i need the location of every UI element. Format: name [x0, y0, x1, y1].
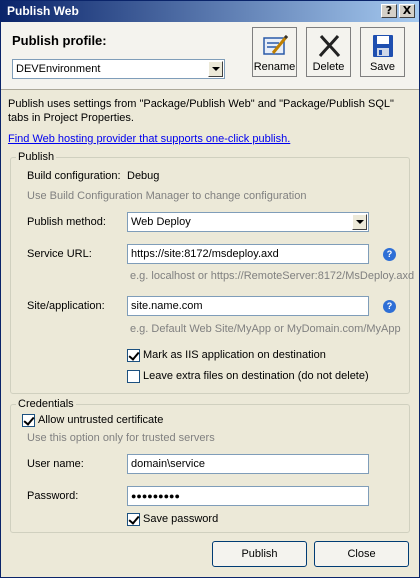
service-url-value: https://site:8172/msdeploy.axd — [131, 248, 279, 260]
save-icon — [372, 35, 393, 57]
save-button[interactable]: Save — [360, 27, 405, 77]
delete-button[interactable]: Delete — [306, 27, 351, 77]
site-application-hint: e.g. Default Web Site/MyApp or MyDomain.… — [130, 323, 401, 335]
save-password-checkbox[interactable] — [127, 513, 140, 526]
service-url-hint: e.g. localhost or https://RemoteServer:8… — [130, 270, 415, 282]
password-field[interactable]: ●●●●●●●●● — [127, 486, 369, 506]
allow-untrusted-hint: Use this option only for trusted servers — [27, 432, 215, 444]
window-title: Publish Web — [7, 4, 79, 18]
rename-label: Rename — [253, 61, 296, 73]
publish-button[interactable]: Publish — [212, 541, 307, 567]
close-button[interactable]: Close — [314, 541, 409, 567]
site-application-label: Site/application: — [27, 300, 105, 312]
publish-profile-label: Publish profile: — [12, 33, 107, 48]
mark-iis-label[interactable]: Mark as IIS application on destination — [143, 349, 326, 361]
credentials-group-legend: Credentials — [16, 398, 76, 410]
help-icon[interactable]: ? — [383, 300, 396, 313]
service-url-field[interactable]: https://site:8172/msdeploy.axd — [127, 244, 369, 264]
help-title-button[interactable]: ? — [381, 4, 397, 18]
save-label: Save — [369, 61, 396, 73]
build-configuration-hint: Use Build Configuration Manager to chang… — [27, 190, 307, 202]
dropdown-arrow-icon[interactable] — [208, 61, 223, 77]
publish-profile-select[interactable]: DEVEnvironment — [12, 59, 225, 79]
publish-web-dialog: Publish Web ? X Publish profile: DEVEnvi… — [0, 0, 420, 578]
publish-method-label: Publish method: — [27, 216, 106, 228]
password-value: ●●●●●●●●● — [131, 491, 180, 501]
publish-method-value: Web Deploy — [131, 216, 191, 228]
allow-untrusted-label[interactable]: Allow untrusted certificate — [38, 414, 163, 426]
build-configuration-label: Build configuration: — [27, 170, 121, 182]
help-icon[interactable]: ? — [383, 248, 396, 261]
username-label: User name: — [27, 458, 84, 470]
leave-extra-files-checkbox[interactable] — [127, 370, 140, 383]
leave-extra-files-label[interactable]: Leave extra files on destination (do not… — [143, 370, 369, 382]
build-configuration-value: Debug — [127, 170, 160, 182]
site-application-value: site.name.com — [131, 300, 203, 312]
allow-untrusted-checkbox[interactable] — [22, 414, 35, 427]
site-application-field[interactable]: site.name.com — [127, 296, 369, 316]
publish-profile-value: DEVEnvironment — [16, 63, 101, 75]
hosting-provider-link[interactable]: Find Web hosting provider that supports … — [8, 133, 290, 145]
rename-button[interactable]: Rename — [252, 27, 297, 77]
title-bar: Publish Web ? X — [1, 1, 419, 22]
password-label: Password: — [27, 490, 79, 502]
publish-group-legend: Publish — [16, 151, 57, 163]
dropdown-arrow-icon[interactable] — [352, 214, 367, 230]
username-value: domain\service — [131, 458, 205, 470]
save-password-label[interactable]: Save password — [143, 513, 218, 525]
mark-iis-checkbox[interactable] — [127, 349, 140, 362]
username-field[interactable]: domain\service — [127, 454, 369, 474]
close-title-button[interactable]: X — [399, 4, 415, 18]
publish-method-select[interactable]: Web Deploy — [127, 212, 369, 232]
delete-icon — [318, 35, 340, 57]
rename-icon — [262, 34, 288, 55]
delete-label: Delete — [312, 61, 345, 73]
service-url-label: Service URL: — [27, 248, 92, 260]
publish-description: Publish uses settings from "Package/Publ… — [8, 98, 394, 124]
profile-panel: Publish profile: DEVEnvironment Rename D… — [1, 22, 419, 90]
